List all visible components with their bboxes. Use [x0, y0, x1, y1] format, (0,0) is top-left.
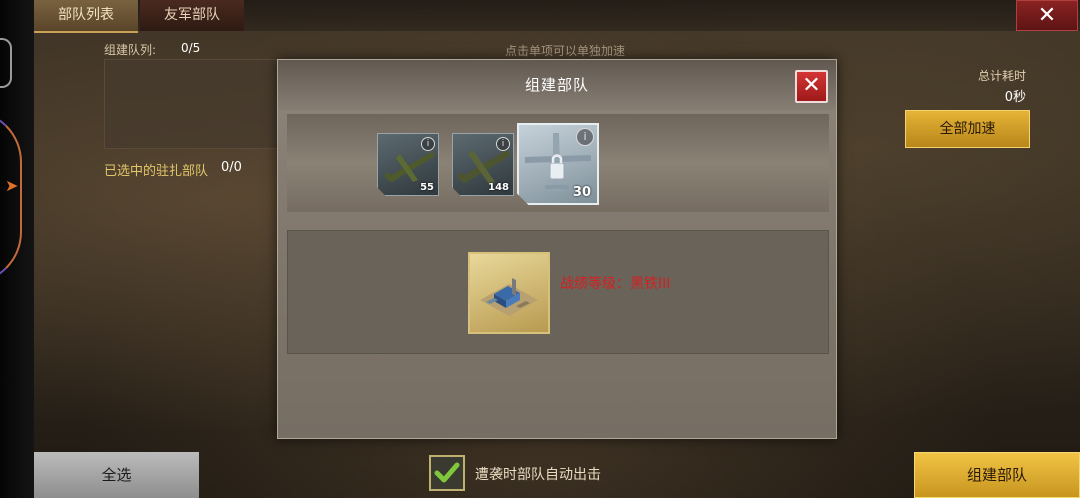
unit-count: 55 — [420, 182, 434, 193]
queue-count: 0/5 — [181, 41, 201, 55]
tab-allied-troops[interactable]: 友军部队 — [140, 0, 244, 31]
base-building-icon — [468, 252, 550, 334]
queue-label: 组建队列: — [104, 43, 157, 57]
total-time-value: 0秒 — [1004, 90, 1026, 105]
info-icon[interactable]: i — [496, 137, 510, 151]
edge-hexagon-icon — [0, 38, 12, 88]
info-icon[interactable]: i — [421, 137, 435, 151]
unit-count: 148 — [488, 182, 509, 193]
info-icon[interactable]: i — [576, 128, 594, 146]
unit-card-heavy-bomber[interactable]: i 30 — [517, 123, 599, 205]
unit-selection-panel: i 55 i 148 i 30 — [287, 114, 829, 212]
left-edge-strip: ➤ — [0, 0, 34, 498]
unit-card-bomber[interactable]: i 148 — [452, 133, 514, 196]
select-all-button[interactable]: 全选 — [34, 452, 199, 498]
tab-troop-list[interactable]: 部队列表 — [34, 0, 138, 33]
expand-arrow-icon[interactable]: ➤ — [5, 176, 18, 195]
battle-rank-panel: 战绩等级：黑铁III — [287, 230, 829, 354]
close-window-button[interactable]: ✕ — [1016, 0, 1078, 31]
checkmark-icon — [434, 462, 460, 483]
build-troops-button[interactable]: 组建部队 — [914, 452, 1080, 498]
queue-slot-area[interactable] — [104, 59, 278, 149]
unit-count: 30 — [572, 185, 591, 200]
speed-up-all-button[interactable]: 全部加速 — [905, 110, 1030, 148]
selected-garrison-count: 0/0 — [221, 160, 242, 175]
dialog-close-button[interactable]: ✕ — [795, 70, 828, 103]
edge-curve-decoration — [0, 110, 22, 284]
build-troops-dialog: 组建部队 ✕ i 55 i 148 i 30 战绩等级：黑铁III — [277, 59, 837, 439]
speedup-hint: 点击单项可以单独加速 — [504, 44, 625, 58]
selected-garrison-label: 已选中的驻扎部队 — [104, 164, 209, 179]
unit-card-fighter[interactable]: i 55 — [377, 133, 439, 196]
auto-sortie-label: 遭袭时部队自动出击 — [475, 467, 601, 483]
auto-sortie-checkbox[interactable] — [429, 455, 465, 491]
battle-rank-text: 战绩等级：黑铁III — [560, 276, 671, 292]
total-time-label: 总计耗时 — [977, 69, 1026, 83]
dialog-title: 组建部队 — [524, 76, 589, 94]
